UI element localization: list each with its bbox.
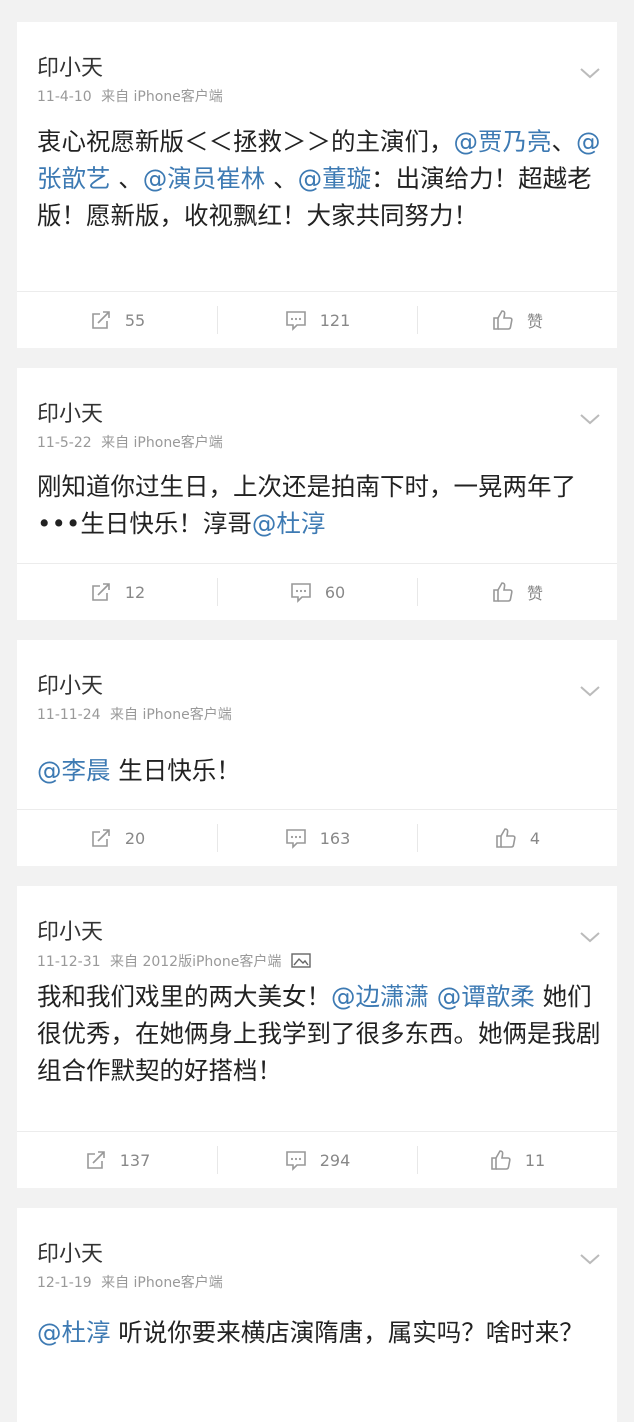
- post-time[interactable]: 11-4-10: [37, 89, 92, 105]
- comment-count: 163: [319, 828, 351, 848]
- like-button[interactable]: 赞: [417, 564, 617, 620]
- post-meta: 11-4-10 来自 iPhone客户端: [37, 89, 228, 105]
- post-card: 印小天 11-5-22 来自 iPhone客户端 刚知道你过生日，上次还是拍南下…: [17, 368, 617, 620]
- post-header: 印小天 11-5-22 来自 iPhone客户端: [17, 368, 617, 451]
- action-bar: 20 163 4: [17, 809, 617, 866]
- post-text-segment: [429, 982, 437, 1011]
- action-bar: 55 121 赞: [17, 291, 617, 348]
- chevron-down-icon[interactable]: [579, 684, 601, 698]
- thumbs-up-icon: [493, 582, 513, 602]
- comment-button[interactable]: 163: [217, 810, 417, 866]
- post-text: @李晨 生日快乐！: [17, 752, 617, 789]
- post-text-segment: 、: [551, 127, 577, 156]
- mention-link[interactable]: @边潇潇: [331, 982, 429, 1011]
- action-bar: 137 294 11: [17, 1131, 617, 1188]
- post-time[interactable]: 11-12-31: [37, 954, 101, 970]
- chevron-down-icon[interactable]: [579, 1252, 601, 1266]
- repost-count: 12: [124, 582, 146, 602]
- mention-link[interactable]: @李晨: [37, 756, 111, 785]
- action-bar: 12 60 赞: [17, 563, 617, 620]
- post-card: 印小天 12-1-19 来自 iPhone客户端 @杜淳 听说你要来横店演隋唐，…: [17, 1208, 617, 1422]
- post-meta: 11-5-22 来自 iPhone客户端: [37, 435, 228, 451]
- like-button[interactable]: 赞: [417, 292, 617, 348]
- post-source: 来自 iPhone客户端: [110, 707, 232, 723]
- post-meta: 11-12-31 来自 2012版iPhone客户端: [37, 953, 311, 970]
- post-time[interactable]: 11-11-24: [37, 707, 101, 723]
- thumbs-up-icon: [491, 1150, 511, 1170]
- post-meta: 11-11-24 来自 iPhone客户端: [37, 707, 237, 723]
- post-card: 印小天 11-11-24 来自 iPhone客户端 @李晨 生日快乐！ 20 1…: [17, 640, 617, 866]
- post-source: 来自 2012版iPhone客户端: [110, 954, 282, 970]
- mention-link[interactable]: @谭歆柔: [437, 982, 535, 1011]
- repost-count: 55: [124, 310, 146, 330]
- mention-link[interactable]: @演员崔林: [143, 164, 266, 193]
- post-text: 我和我们戏里的两大美女！@边潇潇 @谭歆柔 她们很优秀，在她俩身上我学到了很多东…: [17, 978, 617, 1089]
- repost-icon: [92, 829, 110, 847]
- post-header: 印小天 12-1-19 来自 iPhone客户端: [17, 1208, 617, 1291]
- post-text-segment: 我和我们戏里的两大美女！: [37, 982, 331, 1011]
- like-count: 赞: [526, 312, 543, 331]
- post-meta: 12-1-19 来自 iPhone客户端: [37, 1275, 228, 1291]
- post-text: 刚知道你过生日，上次还是拍南下时，一晃两年了•••生日快乐！淳哥@杜淳: [17, 468, 617, 542]
- chevron-down-icon[interactable]: [579, 930, 601, 944]
- like-count: 赞: [526, 584, 543, 603]
- author-name[interactable]: 印小天: [37, 1242, 103, 1268]
- author-name[interactable]: 印小天: [37, 402, 103, 428]
- repost-count: 20: [124, 828, 146, 848]
- post-time[interactable]: 12-1-19: [37, 1275, 92, 1291]
- post-header: 印小天 11-11-24 来自 iPhone客户端: [17, 640, 617, 723]
- author-name[interactable]: 印小天: [37, 674, 103, 700]
- author-name[interactable]: 印小天: [37, 56, 103, 82]
- repost-button[interactable]: 20: [17, 810, 217, 866]
- post-text-segment: 听说你要来横店演隋唐，属实吗？啥时来？: [110, 1318, 584, 1347]
- post-source: 来自 iPhone客户端: [101, 1275, 223, 1291]
- post-header: 印小天 11-12-31 来自 2012版iPhone客户端: [17, 886, 617, 970]
- repost-icon: [92, 311, 110, 329]
- mention-link[interactable]: @贾乃亮: [454, 127, 552, 156]
- post-text-segment: 、: [110, 164, 143, 193]
- repost-count: 137: [119, 1150, 151, 1170]
- like-count: 11: [524, 1150, 546, 1170]
- post-text: @杜淳 听说你要来横店演隋唐，属实吗？啥时来？: [17, 1314, 617, 1351]
- comment-button[interactable]: 294: [217, 1132, 417, 1188]
- author-name[interactable]: 印小天: [37, 920, 103, 946]
- comment-button[interactable]: 121: [217, 292, 417, 348]
- comment-icon: [285, 829, 306, 849]
- mention-link[interactable]: @董璇: [298, 164, 372, 193]
- repost-button[interactable]: 137: [17, 1132, 217, 1188]
- image-icon[interactable]: [291, 953, 311, 968]
- thumbs-up-icon: [496, 828, 516, 848]
- comment-count: 294: [319, 1150, 351, 1170]
- post-card: 印小天 11-4-10 来自 iPhone客户端 衷心祝愿新版＜＜拯救＞＞的主演…: [17, 22, 617, 348]
- post-source: 来自 iPhone客户端: [101, 89, 223, 105]
- comment-icon: [291, 583, 311, 603]
- comment-icon: [285, 311, 306, 331]
- repost-button[interactable]: 12: [17, 564, 217, 620]
- mention-link[interactable]: @杜淳: [252, 509, 326, 538]
- post-source: 来自 iPhone客户端: [101, 435, 223, 451]
- comment-count: 121: [319, 310, 351, 330]
- like-button[interactable]: 4: [417, 810, 617, 866]
- post-card: 印小天 11-12-31 来自 2012版iPhone客户端 我和我们戏里的两大…: [17, 886, 617, 1188]
- post-text-segment: 生日快乐！: [110, 756, 241, 785]
- comment-icon: [285, 1151, 306, 1171]
- mention-link[interactable]: @杜淳: [37, 1318, 111, 1347]
- like-count: 4: [529, 828, 541, 848]
- repost-icon: [92, 583, 110, 601]
- chevron-down-icon[interactable]: [579, 412, 601, 426]
- post-time[interactable]: 11-5-22: [37, 435, 92, 451]
- like-button[interactable]: 11: [417, 1132, 617, 1188]
- post-text: 衷心祝愿新版＜＜拯救＞＞的主演们，@贾乃亮、@张歆艺 、@演员崔林 、@董璇：出…: [17, 123, 617, 234]
- post-text-segment: 、: [265, 164, 298, 193]
- post-header: 印小天 11-4-10 来自 iPhone客户端: [17, 22, 617, 105]
- post-text-segment: 衷心祝愿新版＜＜拯救＞＞的主演们，: [37, 127, 454, 156]
- comment-count: 60: [324, 582, 346, 602]
- weibo-feed: 印小天 11-4-10 来自 iPhone客户端 衷心祝愿新版＜＜拯救＞＞的主演…: [0, 0, 634, 1422]
- repost-button[interactable]: 55: [17, 292, 217, 348]
- comment-button[interactable]: 60: [217, 564, 417, 620]
- thumbs-up-icon: [493, 310, 513, 330]
- chevron-down-icon[interactable]: [579, 66, 601, 80]
- repost-icon: [86, 1151, 105, 1169]
